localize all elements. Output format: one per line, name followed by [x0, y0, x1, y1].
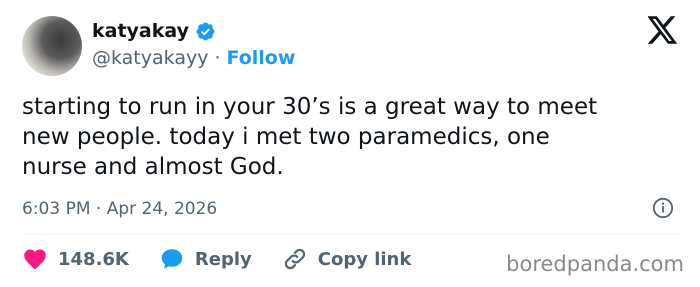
copy-link-button[interactable]: Copy link — [282, 246, 412, 272]
follow-button[interactable]: Follow — [227, 47, 296, 69]
tweet-timestamp[interactable]: 6:03 PM · Apr 24, 2026 — [22, 199, 217, 219]
info-icon[interactable] — [652, 197, 674, 219]
reply-bubble-icon — [161, 249, 183, 269]
copy-link-label: Copy link — [317, 248, 412, 270]
reply-button[interactable]: Reply — [159, 246, 252, 272]
x-logo-icon[interactable] — [648, 16, 678, 44]
action-bar: 148.6K Reply Copy link — [22, 246, 441, 272]
tweet-text: starting to run in your 30’s is a great … — [22, 94, 598, 180]
like-button[interactable]: 148.6K — [22, 246, 129, 272]
divider — [22, 234, 678, 235]
watermark: boredpanda.com — [506, 252, 684, 276]
like-count: 148.6K — [58, 248, 129, 270]
heart-icon — [24, 249, 46, 270]
display-name[interactable]: katyakay — [92, 20, 189, 42]
link-icon — [284, 248, 305, 270]
separator-dot: · — [214, 47, 221, 69]
user-name-row: katyakay — [92, 20, 216, 42]
user-handle[interactable]: @katyakayy — [92, 47, 208, 69]
handle-row: @katyakayy · Follow — [92, 47, 295, 69]
avatar[interactable] — [22, 16, 82, 76]
reply-label: Reply — [194, 248, 252, 270]
verified-badge-icon — [196, 22, 215, 40]
